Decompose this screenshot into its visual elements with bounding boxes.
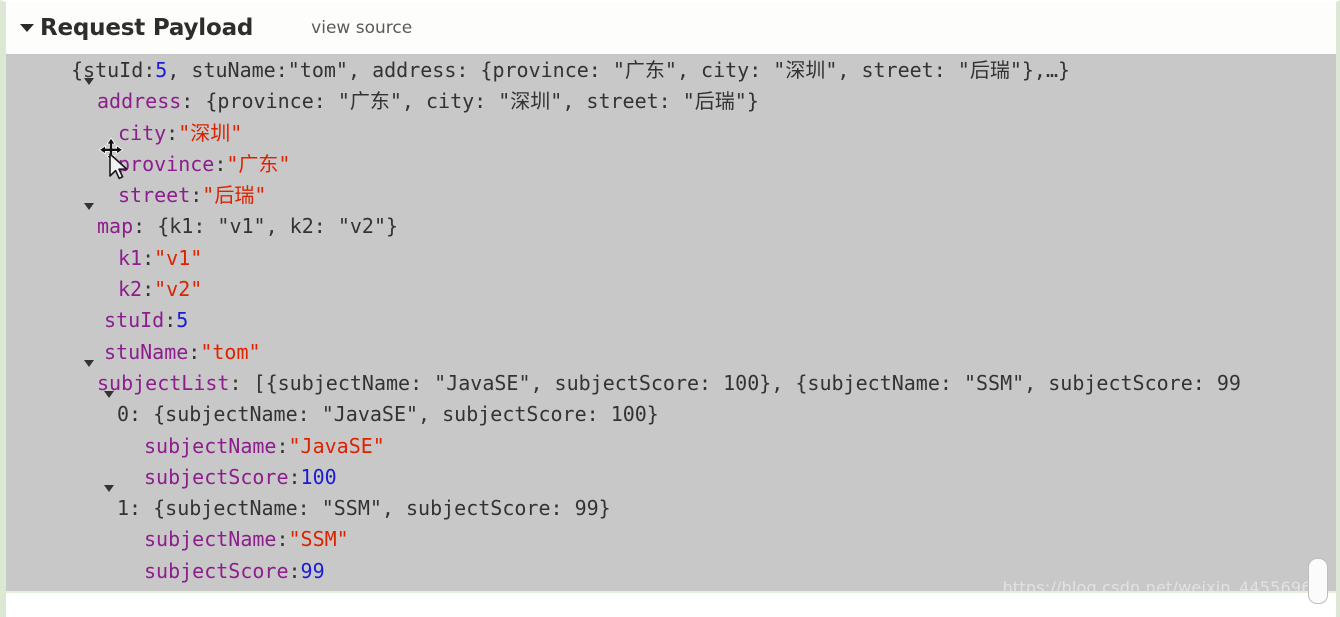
json-row-content-map-k1: k1: "v1" — [118, 243, 202, 274]
json-segment: : — [142, 245, 155, 270]
bottom-bar — [6, 591, 1336, 617]
json-segment: "JavaSE" — [288, 433, 385, 458]
json-row[interactable]: 0: {subjectName: "JavaSE", subjectScore:… — [6, 391, 1336, 430]
json-row-content-subjectList-0: 0: {subjectName: "JavaSE", subjectScore:… — [104, 391, 659, 430]
json-segment: : — [190, 183, 203, 208]
json-segment: : — [164, 308, 177, 333]
json-segment: province — [118, 151, 215, 176]
json-segment: subjectScore — [144, 558, 289, 583]
json-row[interactable]: subjectName: "SSM" — [6, 524, 1336, 555]
json-segment: "广东" — [226, 151, 291, 176]
json-segment: 100 — [300, 464, 337, 489]
json-segment: "v2" — [154, 277, 203, 302]
json-row[interactable]: stuId: 5 — [6, 305, 1336, 336]
json-segment: k1 — [118, 245, 143, 270]
json-row[interactable]: subjectScore: 100 — [6, 462, 1336, 493]
page-title: Request Payload — [40, 15, 254, 41]
request-payload-header[interactable]: Request Payload view source — [6, 2, 1336, 55]
json-segment: 99 — [300, 558, 325, 583]
json-row[interactable]: street: "后瑞" — [6, 180, 1336, 211]
json-segment: : — [188, 339, 201, 364]
json-segment: : — [276, 433, 289, 458]
json-segment: : {k1: "v1", k2: "v2"} — [133, 214, 399, 239]
json-segment: , stuName: — [167, 58, 288, 82]
json-row-content-address-street: street: "后瑞" — [118, 180, 266, 211]
json-row[interactable]: subjectName: "JavaSE" — [6, 431, 1336, 462]
json-row-content-subjectList-0-name: subjectName: "JavaSE" — [144, 431, 385, 462]
request-payload-panel: Request Payload view source {stuId: 5, s… — [0, 0, 1340, 617]
triangle-down-icon[interactable] — [84, 203, 94, 238]
json-segment: : {subjectName: "JavaSE", subjectScore: … — [129, 402, 659, 427]
json-segment: subjectName — [144, 433, 277, 458]
json-row-content-subjectList-1-name: subjectName: "SSM" — [144, 524, 349, 555]
json-row-content-root: {stuId: 5, stuName: "tom", address: {pro… — [58, 55, 1070, 86]
json-segment: stuName — [104, 339, 189, 364]
triangle-down-icon[interactable] — [104, 485, 114, 520]
json-segment: street — [118, 183, 191, 208]
json-row-content-stuId: stuId: 5 — [104, 305, 188, 336]
json-row[interactable]: province: "广东" — [6, 149, 1336, 180]
view-source-link[interactable]: view source — [311, 18, 412, 38]
json-segment: : {subjectName: "SSM", subjectScore: 99} — [129, 496, 611, 521]
json-segment: "深圳" — [178, 120, 243, 145]
json-segment: 5 — [155, 58, 168, 82]
json-row-content-subjectList-1: 1: {subjectName: "SSM", subjectScore: 99… — [104, 485, 611, 524]
triangle-down-icon[interactable] — [84, 78, 94, 113]
json-segment: "tom" — [200, 339, 261, 364]
json-row[interactable]: k2: "v2" — [6, 274, 1336, 305]
json-segment: "后瑞" — [202, 183, 267, 208]
json-segment: subjectList — [97, 370, 230, 395]
json-segment: map — [97, 214, 134, 239]
json-segment: : — [288, 558, 301, 583]
json-segment: k2 — [118, 277, 143, 302]
json-row-content-subjectList-0-score: subjectScore: 100 — [144, 462, 337, 493]
json-segment: subjectScore — [144, 464, 289, 489]
json-row[interactable]: stuName: "tom" — [6, 337, 1336, 368]
json-tree[interactable]: {stuId: 5, stuName: "tom", address: {pro… — [6, 55, 1336, 593]
json-row-content-stuName: stuName: "tom" — [104, 337, 261, 368]
json-row[interactable]: 1: {subjectName: "SSM", subjectScore: 99… — [6, 485, 1336, 524]
json-row-content-address-city: city: "深圳" — [118, 118, 242, 149]
json-segment: stuId — [104, 308, 165, 333]
json-segment: : — [166, 120, 179, 145]
json-segment: : — [276, 527, 289, 552]
json-segment: , address: {province: "广东", city: "深圳", … — [347, 58, 1071, 82]
json-segment: 0 — [117, 402, 130, 427]
json-row[interactable]: map: {k1: "v1", k2: "v2"} — [6, 203, 1336, 242]
json-row-content-subjectList-1-score: subjectScore: 99 — [144, 556, 325, 587]
json-segment: address — [97, 89, 182, 114]
json-segment: "v1" — [154, 245, 203, 270]
json-segment: city — [118, 120, 167, 145]
json-row[interactable]: subjectList: [{subjectName: "JavaSE", su… — [6, 359, 1336, 399]
json-segment: : — [142, 277, 155, 302]
triangle-down-icon[interactable] — [104, 391, 114, 426]
json-row[interactable]: {stuId: 5, stuName: "tom", address: {pro… — [6, 55, 1336, 86]
json-row-content-map-k2: k2: "v2" — [118, 274, 202, 305]
json-row[interactable]: city: "深圳" — [6, 118, 1336, 149]
json-segment: "SSM" — [288, 527, 349, 552]
json-segment: : {province: "广东", city: "深圳", street: "… — [181, 89, 759, 114]
json-segment: 1 — [117, 496, 130, 521]
json-row[interactable]: address: {province: "广东", city: "深圳", st… — [6, 78, 1336, 117]
json-segment: 5 — [176, 308, 189, 333]
json-segment: subjectName — [144, 527, 277, 552]
json-row-content-subjectList: subjectList: [{subjectName: "JavaSE", su… — [84, 359, 1241, 399]
vertical-scrollbar-thumb[interactable] — [1308, 558, 1328, 604]
json-row-content-map: map: {k1: "v1", k2: "v2"} — [84, 203, 399, 242]
triangle-down-icon[interactable] — [18, 24, 36, 32]
json-row-content-address: address: {province: "广东", city: "深圳", st… — [84, 78, 759, 117]
json-row-content-address-province: province: "广东" — [118, 149, 290, 180]
json-segment: : — [288, 464, 301, 489]
json-row[interactable]: k1: "v1" — [6, 243, 1336, 274]
triangle-down-icon[interactable] — [84, 359, 94, 395]
json-segment: : — [214, 151, 227, 176]
json-segment: : [{subjectName: "JavaSE", subjectScore:… — [229, 370, 1241, 395]
triangle-down-icon[interactable] — [58, 55, 68, 82]
json-segment: "tom" — [287, 58, 348, 82]
